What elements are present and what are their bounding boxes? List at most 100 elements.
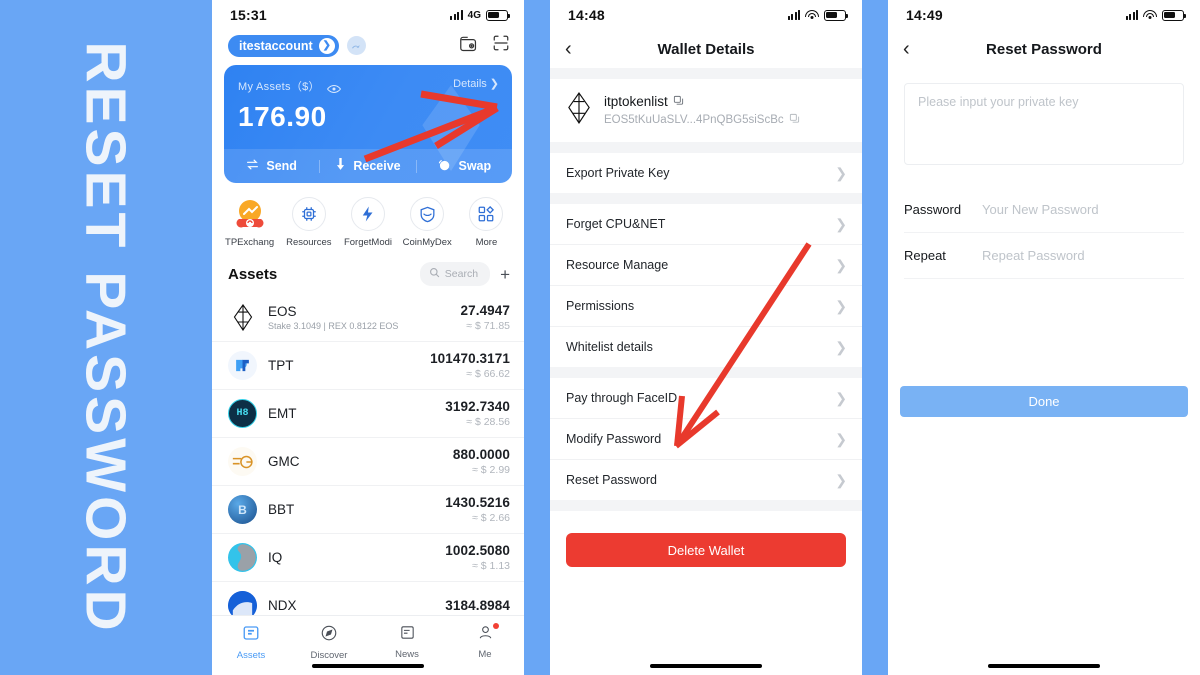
tab-me[interactable]: Me (446, 623, 524, 660)
table-row[interactable]: GMC 880.0000 ≈ $ 2.99 (212, 437, 524, 485)
table-row[interactable]: EOS Stake 3.1049 | REX 0.8122 EOS 27.494… (212, 294, 524, 341)
list-item-forget-cpu-net[interactable]: Forget CPU&NET ❯ (550, 204, 862, 244)
section-divider (550, 142, 862, 153)
shortcut-label: More (475, 237, 498, 248)
list-item-modify-password[interactable]: Modify Password ❯ (550, 418, 862, 459)
page-title: Reset Password (986, 40, 1102, 58)
wallet-summary-card[interactable]: itptokenlist EOS5tKuUaSLV...4PnQBG5siScB… (550, 79, 862, 142)
phone-screen-assets: 15:31 4G itestaccount ❯ My Assets（$） Det… (212, 0, 524, 675)
shortcut-more[interactable]: More (457, 197, 516, 248)
assets-header: Assets Search + (212, 254, 524, 294)
tab-assets[interactable]: Assets (212, 624, 290, 661)
chevron-left-icon[interactable]: ‹ (903, 39, 910, 59)
copy-icon[interactable] (789, 113, 800, 127)
banner-title: RESET PASSWORD (74, 40, 139, 635)
list-item-export-private-key[interactable]: Export Private Key ❯ (550, 153, 862, 193)
list-item-label: Modify Password (566, 432, 662, 446)
account-name-label: itestaccount (239, 38, 313, 53)
avatar-icon[interactable] (346, 36, 366, 55)
chevron-left-icon[interactable]: ‹ (565, 39, 572, 59)
tab-label: Me (478, 649, 492, 660)
shortcut-tpexchange[interactable]: TPExchang (220, 197, 279, 248)
table-row[interactable]: B BBT 1430.5216 ≈ $ 2.66 (212, 485, 524, 533)
list-item-permissions[interactable]: Permissions ❯ (550, 285, 862, 326)
receive-button[interactable]: Receive (320, 158, 415, 174)
table-row[interactable]: TPT 101470.3171 ≈ $ 66.62 (212, 341, 524, 389)
battery-icon (1162, 9, 1187, 21)
status-bar: 15:31 4G (212, 0, 524, 30)
eye-icon[interactable] (326, 81, 341, 94)
swap-circle-icon (437, 158, 451, 175)
wallet-address-row: EOS5tKuUaSLV...4PnQBG5siScBc (604, 113, 800, 127)
list-item-reset-password[interactable]: Reset Password ❯ (550, 459, 862, 500)
qr-scan-icon[interactable] (492, 34, 510, 57)
asset-usd-value: ≈ $ 2.99 (472, 464, 510, 476)
table-row[interactable]: H8 EMT 3192.7340 ≈ $ 28.56 (212, 389, 524, 437)
receive-label: Receive (353, 159, 401, 173)
asset-amount: 3184.8984 (445, 598, 510, 613)
shortcut-label: Resources (286, 237, 332, 248)
chevron-right-icon: ❯ (835, 298, 847, 314)
list-item-resource-manage[interactable]: Resource Manage ❯ (550, 244, 862, 285)
password-field-row[interactable]: Password Your New Password (904, 187, 1184, 233)
private-key-textarea[interactable]: Please input your private key (904, 83, 1184, 165)
asset-amount: 27.4947 (460, 303, 510, 318)
asset-symbol: EMT (268, 406, 297, 421)
wallet-camera-icon[interactable] (459, 35, 478, 57)
send-label: Send (266, 159, 297, 173)
section-divider (550, 193, 862, 204)
repeat-password-field-row[interactable]: Repeat Repeat Password (904, 233, 1184, 279)
list-item-label: Resource Manage (566, 258, 669, 272)
list-item-pay-through-faceid[interactable]: Pay through FaceID ❯ (550, 378, 862, 418)
list-item-label: Forget CPU&NET (566, 217, 666, 231)
asset-usd-value: ≈ $ 28.56 (466, 416, 510, 428)
send-swap-arrows-icon (246, 158, 259, 174)
account-selector-button[interactable]: itestaccount ❯ (228, 34, 339, 57)
news-icon (399, 624, 416, 646)
tab-news[interactable]: News (368, 624, 446, 660)
asset-usd-value: ≈ $ 66.62 (466, 368, 510, 380)
chevron-right-icon: ❯ (835, 216, 847, 232)
section-divider (550, 500, 862, 511)
shortcut-resources[interactable]: Resources (279, 197, 338, 248)
send-button[interactable]: Send (224, 158, 319, 174)
plus-icon[interactable]: + (500, 266, 510, 283)
shortcut-coinmydex[interactable]: CoinMyDex (398, 197, 457, 248)
list-item-whitelist-details[interactable]: Whitelist details ❯ (550, 326, 862, 367)
shortcut-label: CoinMyDex (402, 237, 452, 248)
wallet-name-row: itptokenlist (604, 94, 800, 109)
done-button[interactable]: Done (900, 386, 1188, 417)
details-link[interactable]: Details ❯ (453, 77, 499, 91)
shortcut-label: TPExchang (225, 237, 275, 248)
assets-title: Assets (228, 265, 278, 283)
phone-screen-wallet-details: 14:48 ‹ Wallet Details itptokenlist EOS5… (550, 0, 862, 675)
copy-icon[interactable] (673, 94, 684, 109)
shortcut-label: ForgetModi (343, 237, 393, 248)
password-label: Password (904, 202, 962, 217)
eos-token-icon (566, 92, 592, 129)
password-input[interactable]: Your New Password (982, 202, 1099, 217)
status-bar: 14:48 (550, 0, 862, 30)
tab-discover[interactable]: Discover (290, 624, 368, 661)
status-time: 15:31 (230, 7, 267, 23)
notification-badge (493, 623, 499, 629)
person-icon (477, 624, 494, 646)
settings-group-2: Forget CPU&NET ❯ Resource Manage ❯ Permi… (550, 204, 862, 367)
balance-label: My Assets（$） (238, 81, 320, 93)
phone-screen-reset-password: 14:49 ‹ Reset Password Please input your… (888, 0, 1200, 675)
bottom-tab-bar: Assets Discover News Me (212, 615, 524, 675)
search-input[interactable]: Search (419, 262, 491, 286)
asset-symbol: GMC (268, 454, 300, 469)
asset-usd-value: ≈ $ 71.85 (466, 320, 510, 332)
search-icon (429, 265, 440, 283)
list-item-label: Permissions (566, 299, 635, 313)
status-indicators: 4G (450, 9, 511, 21)
swap-label: Swap (458, 159, 492, 173)
shortcut-forgetmodify[interactable]: ForgetModi (338, 197, 397, 248)
repeat-password-input[interactable]: Repeat Password (982, 248, 1085, 263)
swap-button[interactable]: Swap (417, 158, 512, 175)
left-banner: RESET PASSWORD (0, 0, 212, 675)
delete-wallet-button[interactable]: Delete Wallet (566, 533, 846, 567)
table-row[interactable]: IQ 1002.5080 ≈ $ 1.13 (212, 533, 524, 581)
tab-label: Assets (236, 650, 266, 661)
